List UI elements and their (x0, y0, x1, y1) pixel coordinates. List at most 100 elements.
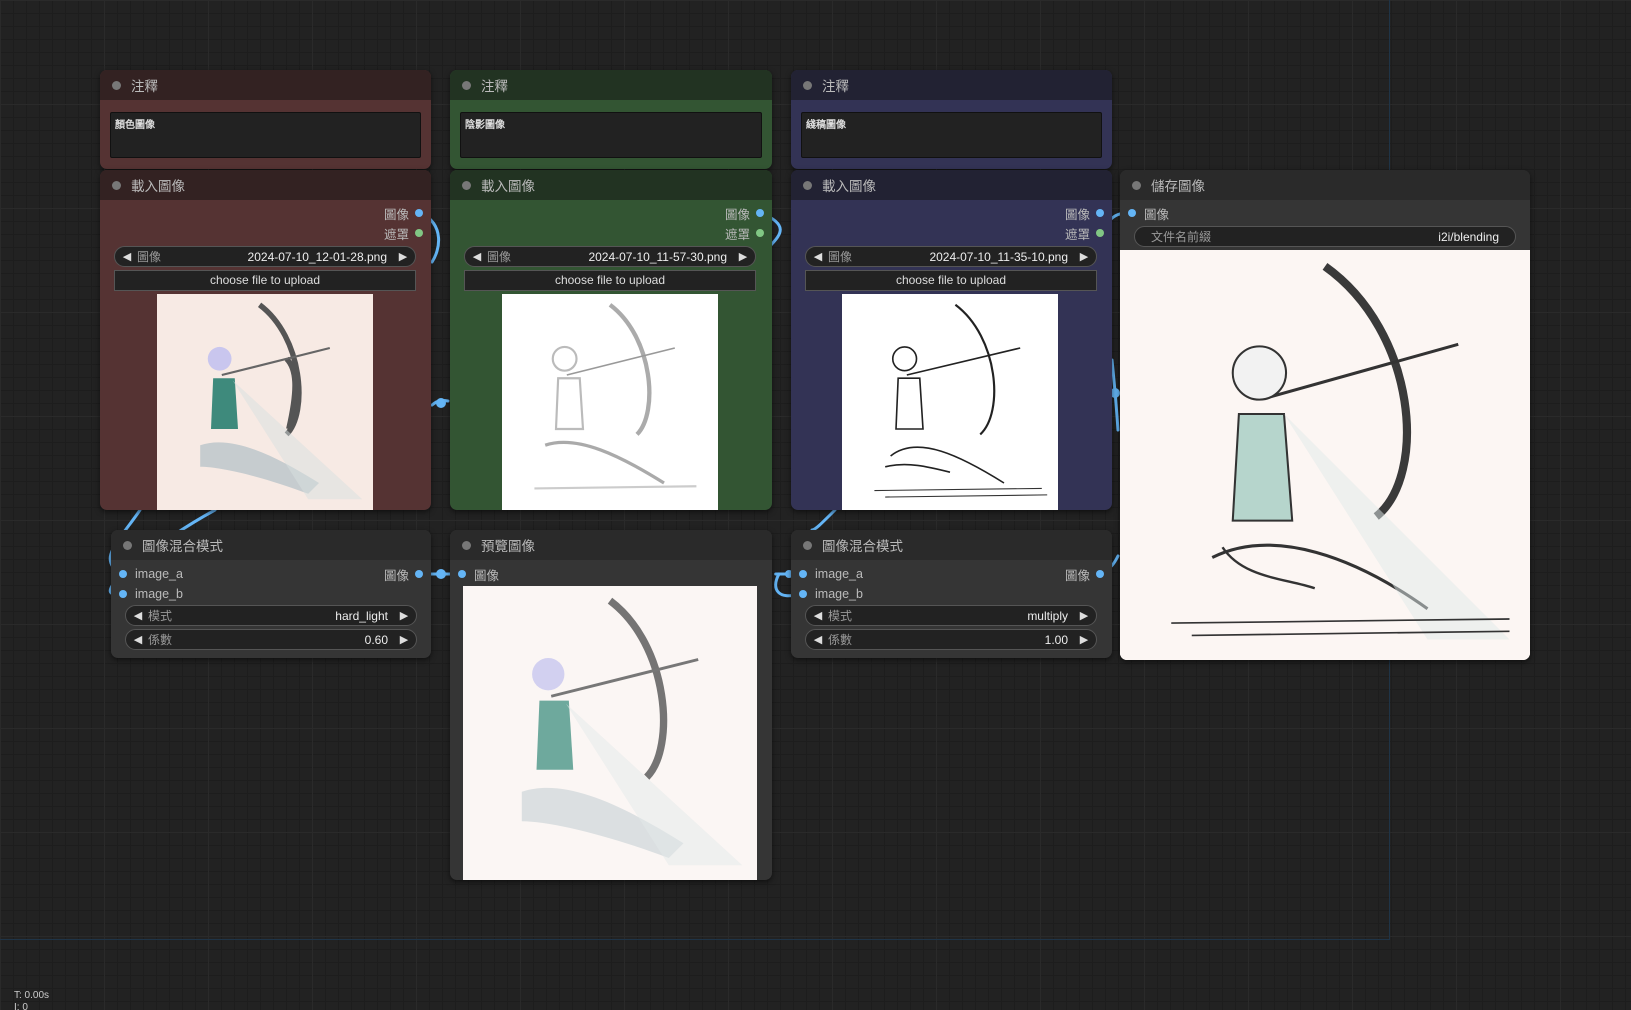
widget-label: 模式 (828, 609, 853, 623)
blend-factor-widget[interactable]: ◀ 係數 1.00 ▶ (805, 629, 1097, 650)
collapse-dot-icon[interactable] (462, 540, 471, 550)
note-node-lineart[interactable]: 注釋 綫稿圖像 (791, 70, 1112, 169)
collapse-dot-icon[interactable] (803, 80, 812, 90)
node-title-bar[interactable]: 注釋 (100, 70, 431, 100)
input-slot-image-a[interactable]: image_a (119, 564, 183, 584)
node-title-bar[interactable]: 載入圖像 (100, 170, 431, 200)
node-title: 圖像混合模式 (142, 539, 223, 554)
slot-dot-icon[interactable] (756, 209, 764, 217)
left-arrow-icon[interactable]: ◀ (812, 250, 824, 263)
note-node-color[interactable]: 注釋 顏色圖像 (100, 70, 431, 169)
node-title-bar[interactable]: 圖像混合模式 (791, 530, 1112, 560)
blend-factor-widget[interactable]: ◀ 係數 0.60 ▶ (125, 629, 417, 650)
node-canvas[interactable]: 注釋 顏色圖像 注釋 陰影圖像 注釋 綫稿圖像 載入圖像 圖像 遮罩 ◀ 圖像 20… (0, 0, 1631, 1010)
input-slot-image-b[interactable]: image_b (119, 584, 183, 604)
slot-dot-icon[interactable] (1096, 570, 1104, 578)
input-slot-image-a[interactable]: image_a (799, 564, 863, 584)
slot-dot-icon[interactable] (1128, 209, 1136, 217)
slot-dot-icon[interactable] (756, 229, 764, 237)
image-blend-node-2[interactable]: 圖像混合模式 image_a image_b 圖像 ◀ 模式 multiply ▶ ◀… (791, 530, 1112, 658)
node-title-bar[interactable]: 預覽圖像 (450, 530, 772, 560)
node-title-bar[interactable]: 注釋 (450, 70, 772, 100)
slot-dot-icon[interactable] (415, 209, 423, 217)
slot-dot-icon[interactable] (1096, 209, 1104, 217)
collapse-dot-icon[interactable] (462, 80, 471, 90)
node-title-bar[interactable]: 載入圖像 (450, 170, 772, 200)
blend-mode-widget[interactable]: ◀ 模式 hard_light ▶ (125, 605, 417, 626)
output-slot-mask[interactable]: 遮罩 (384, 223, 423, 243)
slot-dot-icon[interactable] (415, 229, 423, 237)
note-textarea[interactable]: 陰影圖像 (460, 112, 762, 158)
input-slot-image[interactable]: 圖像 (458, 564, 499, 584)
slot-dot-icon[interactable] (458, 570, 466, 578)
right-arrow-icon[interactable]: ▶ (398, 633, 410, 646)
input-slot-image[interactable]: 圖像 (1128, 203, 1169, 223)
collapse-dot-icon[interactable] (1132, 180, 1141, 190)
slot-label: 圖像 (1144, 207, 1170, 222)
node-title: 儲存圖像 (1151, 179, 1205, 194)
left-arrow-icon[interactable]: ◀ (132, 633, 144, 646)
slot-dot-icon[interactable] (415, 570, 423, 578)
load-image-node-shadow[interactable]: 載入圖像 圖像 遮罩 ◀ 圖像 2024-07-10_11-57-30.png ▶ c… (450, 170, 772, 510)
input-slot-image-b[interactable]: image_b (799, 584, 863, 604)
slot-label: 圖像 (383, 568, 409, 583)
output-slot-mask[interactable]: 遮罩 (725, 223, 764, 243)
upload-button[interactable]: choose file to upload (805, 270, 1097, 291)
slot-dot-icon[interactable] (1096, 229, 1104, 237)
left-arrow-icon[interactable]: ◀ (471, 250, 483, 263)
save-image-node[interactable]: 儲存圖像 圖像 文件名前綴 i2i/blending (1120, 170, 1530, 660)
output-slot-image[interactable]: 圖像 (725, 203, 764, 223)
image-combo-widget[interactable]: ◀ 圖像 2024-07-10_12-01-28.png ▶ (114, 246, 416, 267)
right-arrow-icon[interactable]: ▶ (737, 250, 749, 263)
node-title-bar[interactable]: 載入圖像 (791, 170, 1112, 200)
output-slot-image[interactable]: 圖像 (1065, 564, 1104, 584)
right-arrow-icon[interactable]: ▶ (398, 609, 410, 622)
collapse-dot-icon[interactable] (112, 80, 121, 90)
collapse-dot-icon[interactable] (112, 180, 121, 190)
note-textarea[interactable]: 綫稿圖像 (801, 112, 1102, 158)
preview-image-node[interactable]: 預覽圖像 圖像 (450, 530, 772, 880)
slot-dot-icon[interactable] (119, 570, 127, 578)
slot-dot-icon[interactable] (799, 570, 807, 578)
note-node-shadow[interactable]: 注釋 陰影圖像 (450, 70, 772, 169)
filename-prefix-widget[interactable]: 文件名前綴 i2i/blending (1134, 226, 1516, 247)
upload-button[interactable]: choose file to upload (464, 270, 756, 291)
output-slot-image[interactable]: 圖像 (384, 564, 423, 584)
note-textarea[interactable]: 顏色圖像 (110, 112, 421, 158)
right-arrow-icon[interactable]: ▶ (1078, 633, 1090, 646)
collapse-dot-icon[interactable] (462, 180, 471, 190)
widget-label: 係數 (828, 633, 853, 647)
widget-value: 2024-07-10_11-35-10.png (929, 249, 1068, 264)
slot-label: 圖像 (1064, 568, 1090, 583)
output-slot-mask[interactable]: 遮罩 (1065, 223, 1104, 243)
node-title-bar[interactable]: 注釋 (791, 70, 1112, 100)
collapse-dot-icon[interactable] (123, 540, 132, 550)
slot-label: 遮罩 (383, 227, 409, 242)
collapse-dot-icon[interactable] (803, 180, 812, 190)
lineart-image-preview (842, 294, 1058, 510)
left-arrow-icon[interactable]: ◀ (132, 609, 144, 622)
left-arrow-icon[interactable]: ◀ (812, 609, 824, 622)
slot-label: 圖像 (1064, 207, 1090, 222)
load-image-node-color[interactable]: 載入圖像 圖像 遮罩 ◀ 圖像 2024-07-10_12-01-28.png ▶ c… (100, 170, 431, 510)
image-blend-node-1[interactable]: 圖像混合模式 image_a image_b 圖像 ◀ 模式 hard_light ▶… (111, 530, 431, 658)
left-arrow-icon[interactable]: ◀ (121, 250, 133, 263)
image-combo-widget[interactable]: ◀ 圖像 2024-07-10_11-57-30.png ▶ (464, 246, 756, 267)
upload-button[interactable]: choose file to upload (114, 270, 416, 291)
archer-illustration (157, 294, 373, 510)
right-arrow-icon[interactable]: ▶ (397, 250, 409, 263)
slot-dot-icon[interactable] (119, 590, 127, 598)
collapse-dot-icon[interactable] (803, 540, 812, 550)
left-arrow-icon[interactable]: ◀ (812, 633, 824, 646)
slot-dot-icon[interactable] (799, 590, 807, 598)
widget-value: i2i/blending (1438, 229, 1499, 244)
output-slot-image[interactable]: 圖像 (384, 203, 423, 223)
right-arrow-icon[interactable]: ▶ (1078, 609, 1090, 622)
output-slot-image[interactable]: 圖像 (1065, 203, 1104, 223)
node-title-bar[interactable]: 圖像混合模式 (111, 530, 431, 560)
node-title-bar[interactable]: 儲存圖像 (1120, 170, 1530, 200)
blend-mode-widget[interactable]: ◀ 模式 multiply ▶ (805, 605, 1097, 626)
image-combo-widget[interactable]: ◀ 圖像 2024-07-10_11-35-10.png ▶ (805, 246, 1097, 267)
right-arrow-icon[interactable]: ▶ (1078, 250, 1090, 263)
load-image-node-lineart[interactable]: 載入圖像 圖像 遮罩 ◀ 圖像 2024-07-10_11-35-10.png ▶ c… (791, 170, 1112, 510)
